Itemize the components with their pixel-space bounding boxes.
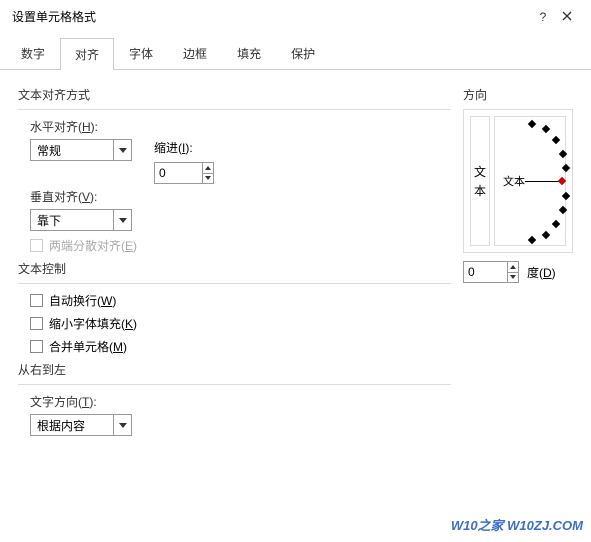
- justify-distributed-checkbox: 两端分散对齐(E): [30, 237, 451, 254]
- close-button[interactable]: [555, 10, 579, 24]
- vertical-text-button[interactable]: 文 本: [470, 116, 490, 246]
- orientation-panel: 文 本 文本: [463, 109, 573, 253]
- section-orientation: 方向: [463, 86, 573, 103]
- degrees-input[interactable]: [464, 262, 507, 282]
- section-text-control: 文本控制: [18, 260, 451, 277]
- tab-protection[interactable]: 保护: [276, 37, 330, 69]
- merge-cells-checkbox[interactable]: 合并单元格(M): [30, 338, 451, 355]
- dialog-title: 设置单元格格式: [12, 8, 531, 25]
- indent-label: 缩进(I):: [154, 139, 214, 156]
- spin-down-icon[interactable]: [508, 273, 518, 283]
- tab-alignment[interactable]: 对齐: [60, 38, 114, 70]
- vertical-align-select[interactable]: 靠下: [30, 209, 132, 231]
- tab-font[interactable]: 字体: [114, 37, 168, 69]
- degrees-label: 度(D): [523, 264, 573, 281]
- spin-up-icon[interactable]: [203, 163, 213, 174]
- shrink-to-fit-checkbox[interactable]: 缩小字体填充(K): [30, 315, 451, 332]
- spin-down-icon[interactable]: [203, 174, 213, 184]
- tab-number[interactable]: 数字: [6, 37, 60, 69]
- divider: [18, 109, 451, 110]
- spin-up-icon[interactable]: [508, 262, 518, 273]
- horizontal-align-select[interactable]: 常规: [30, 139, 132, 161]
- horizontal-align-label: 水平对齐(H):: [30, 118, 100, 135]
- indent-input[interactable]: [155, 163, 202, 183]
- section-text-align: 文本对齐方式: [18, 86, 451, 103]
- divider: [18, 384, 451, 385]
- chevron-down-icon: [113, 140, 131, 160]
- tab-border[interactable]: 边框: [168, 37, 222, 69]
- text-direction-label: 文字方向(T):: [30, 393, 100, 410]
- section-rtl: 从右到左: [18, 361, 451, 378]
- chevron-down-icon: [113, 210, 131, 230]
- divider: [18, 283, 451, 284]
- tab-fill[interactable]: 填充: [222, 37, 276, 69]
- orientation-dial[interactable]: 文本: [494, 116, 566, 246]
- text-direction-select[interactable]: 根据内容: [30, 414, 132, 436]
- tab-bar: 数字 对齐 字体 边框 填充 保护: [0, 37, 591, 70]
- wrap-text-checkbox[interactable]: 自动换行(W): [30, 292, 451, 309]
- vertical-align-label: 垂直对齐(V):: [30, 188, 100, 205]
- watermark: W10之家 W10ZJ.COM: [451, 515, 583, 534]
- help-button[interactable]: ?: [531, 10, 555, 24]
- indent-spinner[interactable]: [154, 162, 214, 184]
- close-icon: [562, 11, 572, 21]
- degrees-spinner[interactable]: [463, 261, 519, 283]
- chevron-down-icon: [113, 415, 131, 435]
